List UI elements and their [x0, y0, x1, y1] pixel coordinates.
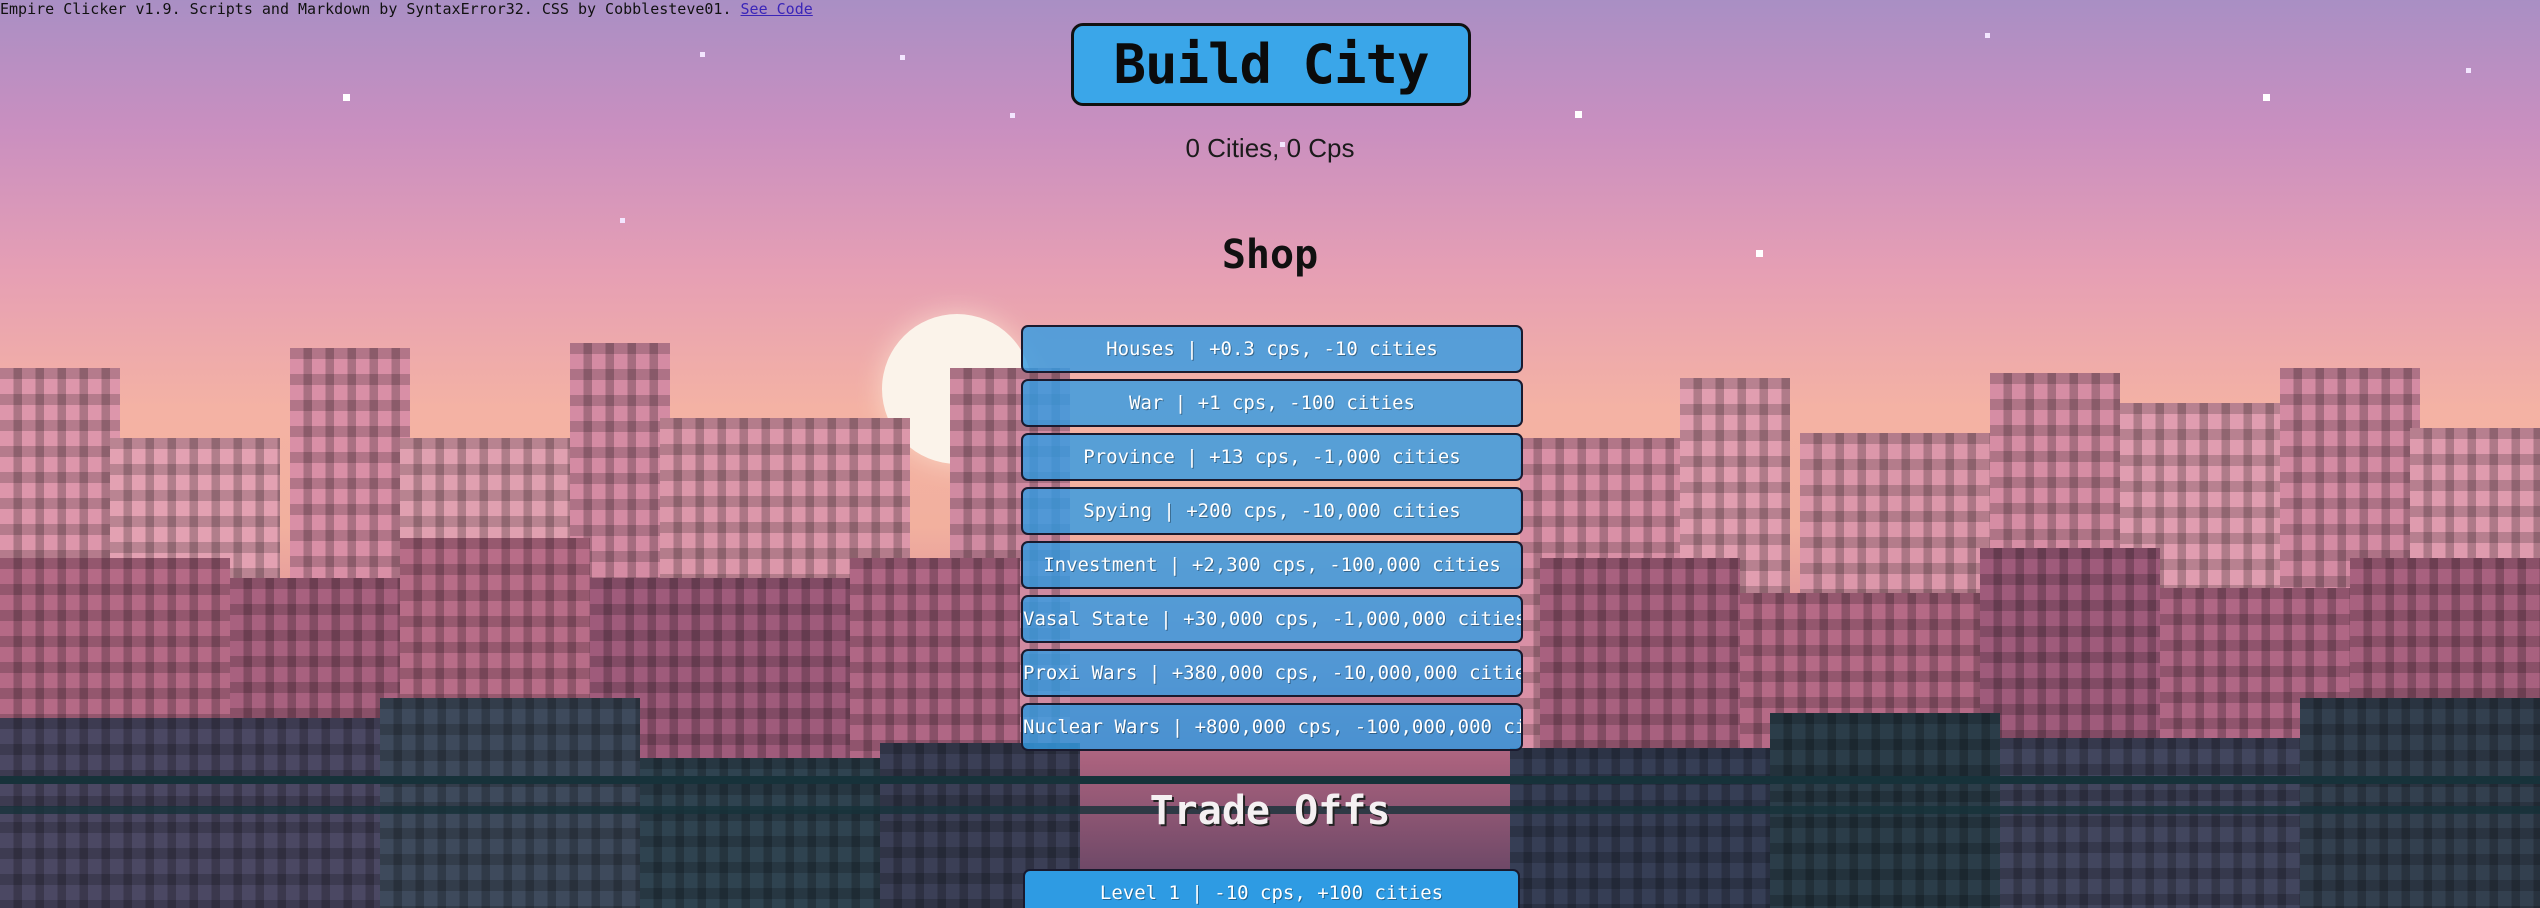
shop-item-houses[interactable]: Houses | +0.3 cps, -10 cities [1021, 325, 1523, 373]
shop-item-vasal-state[interactable]: Vasal State | +30,000 cps, -1,000,000 ci… [1021, 595, 1523, 643]
star [2263, 94, 2270, 101]
cities-cps-counter: 0 Cities, 0 Cps [1185, 133, 1355, 163]
shop-item-province[interactable]: Province | +13 cps, -1,000 cities [1021, 433, 1523, 481]
star [1010, 113, 1015, 118]
star [900, 55, 905, 60]
star [1575, 111, 1582, 118]
trade-offs-heading: Trade Offs [1149, 788, 1391, 834]
credits-line: Empire Clicker v1.9. Scripts and Markdow… [0, 0, 813, 18]
shop-item-investment[interactable]: Investment | +2,300 cps, -100,000 cities [1021, 541, 1523, 589]
shop-item-war[interactable]: War | +1 cps, -100 cities [1021, 379, 1523, 427]
star [700, 52, 705, 57]
credits-text: Empire Clicker v1.9. Scripts and Markdow… [0, 0, 732, 18]
star [343, 94, 350, 101]
shop-item-proxi-wars[interactable]: Proxi Wars | +380,000 cps, -10,000,000 c… [1021, 649, 1523, 697]
shop-item-spying[interactable]: Spying | +200 cps, -10,000 cities [1021, 487, 1523, 535]
star [2466, 68, 2471, 73]
see-code-link[interactable]: See Code [741, 0, 813, 18]
shop-item-nuclear-wars[interactable]: Nuclear Wars | +800,000 cps, -100,000,00… [1021, 703, 1523, 751]
build-city-button[interactable]: Build City [1071, 23, 1471, 106]
star [620, 218, 625, 223]
trade-offs-list: Level 1 | -10 cps, +100 cities [1023, 869, 1520, 908]
shop-list: Houses | +0.3 cps, -10 cities War | +1 c… [1021, 325, 1523, 757]
trade-off-level-1[interactable]: Level 1 | -10 cps, +100 cities [1023, 869, 1520, 908]
shop-heading: Shop [1221, 232, 1319, 278]
rail-track [0, 776, 2540, 784]
star [1985, 33, 1990, 38]
